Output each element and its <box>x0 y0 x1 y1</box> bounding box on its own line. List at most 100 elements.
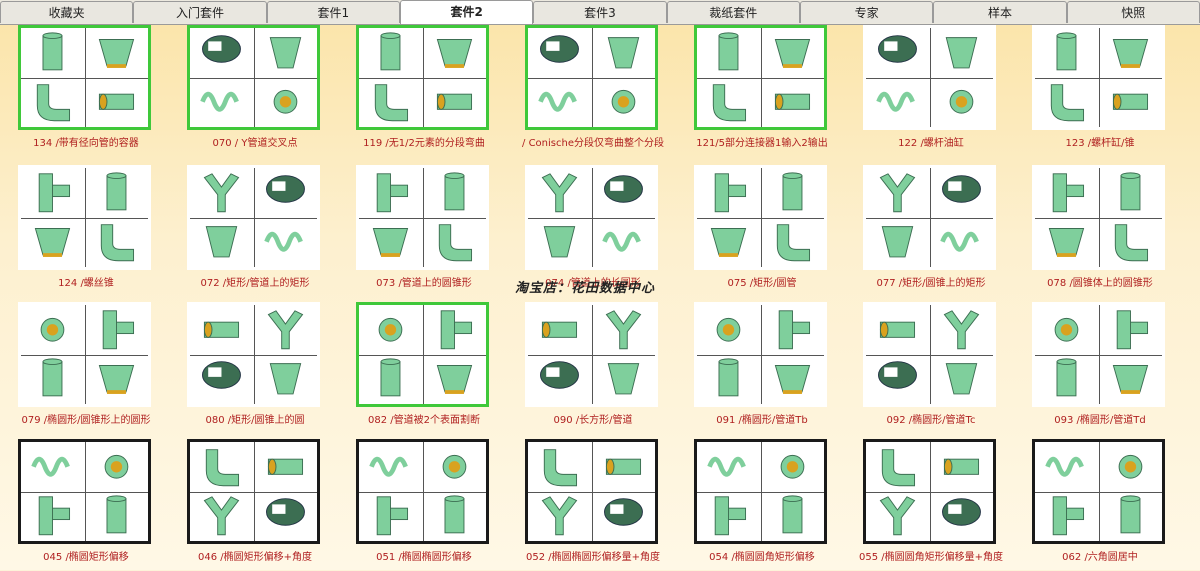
shape-preview-icon <box>369 456 409 477</box>
item-thumbnail[interactable] <box>694 302 827 407</box>
catalog-item[interactable]: 073 /管道上的圆锥形 <box>344 165 504 297</box>
catalog-item[interactable]: 093 /椭圆形/管道Td <box>1020 302 1180 434</box>
shape-preview-icon <box>375 84 409 122</box>
item-caption: 045 /椭圆矩形偏移 <box>43 552 129 563</box>
item-thumbnail[interactable] <box>694 25 827 130</box>
shape-preview-icon <box>1118 454 1143 479</box>
shape-preview-icon <box>40 317 65 342</box>
item-thumbnail[interactable] <box>525 302 658 407</box>
catalog-item[interactable]: 092 /椭圆形/管道Tc <box>851 302 1011 434</box>
item-thumbnail[interactable] <box>863 25 996 130</box>
shape-preview-icon <box>878 35 918 63</box>
item-thumbnail[interactable] <box>1032 165 1165 270</box>
tab-9[interactable]: 快照 <box>1066 1 1200 23</box>
shape-preview-icon <box>540 35 580 63</box>
shape-preview-icon <box>436 94 472 111</box>
catalog-item[interactable]: 075 /矩形/圆管 <box>682 165 842 297</box>
catalog-item[interactable]: 079 /椭圆形/圆锥形上的圆形 <box>6 302 166 434</box>
item-caption: 062 /六角圆居中 <box>1062 552 1138 563</box>
item-thumbnail[interactable] <box>863 165 996 270</box>
shape-preview-icon <box>714 496 747 536</box>
shape-preview-icon <box>37 84 71 122</box>
tab-5[interactable]: 套件3 <box>533 1 667 23</box>
shape-preview-icon <box>1051 84 1085 122</box>
item-thumbnail[interactable] <box>525 25 658 130</box>
catalog-item[interactable]: 091 /椭圆形/管道Tb <box>682 302 842 434</box>
shape-preview-icon <box>778 310 810 350</box>
catalog-item[interactable]: 122 /螺杆油缸 <box>851 25 1011 157</box>
item-thumbnail[interactable] <box>187 439 320 544</box>
item-caption: 092 /椭圆形/管道Tc <box>886 415 976 426</box>
item-thumbnail[interactable] <box>694 165 827 270</box>
item-thumbnail[interactable] <box>356 25 489 130</box>
item-caption: / Conische分段仅弯曲整个分段 <box>522 138 664 149</box>
tab-4[interactable]: 套件2 <box>399 0 534 24</box>
item-thumbnail[interactable] <box>863 302 996 407</box>
catalog-item[interactable]: 124 /螺丝锥 <box>6 165 166 297</box>
catalog-item[interactable]: 082 /管道被2个表面割断 <box>344 302 504 434</box>
shape-preview-icon <box>31 456 71 477</box>
item-thumbnail[interactable] <box>525 439 658 544</box>
shape-preview-icon <box>876 92 916 113</box>
tab-3[interactable]: 套件1 <box>266 1 400 23</box>
item-thumbnail[interactable] <box>863 439 996 544</box>
shape-preview-icon <box>106 495 127 534</box>
catalog-item[interactable]: 072 /矩形/管道上的矩形 <box>175 165 335 297</box>
shape-preview-icon <box>269 37 302 69</box>
shape-preview-icon <box>879 173 916 213</box>
tab-7[interactable]: 专家 <box>799 1 934 23</box>
catalog-item[interactable]: 121/5部分连接器1输入2输出 <box>682 25 842 157</box>
catalog-item[interactable]: 062 /六角圆居中 <box>1020 439 1180 571</box>
catalog-item[interactable]: 054 /椭圆圆角矩形偏移 <box>682 439 842 571</box>
item-thumbnail[interactable] <box>1032 439 1165 544</box>
item-caption: 075 /矩形/圆管 <box>727 278 797 289</box>
shape-preview-icon <box>941 175 981 203</box>
item-thumbnail[interactable] <box>356 439 489 544</box>
item-thumbnail[interactable] <box>525 165 658 270</box>
tab-1[interactable]: 收藏夹 <box>0 1 134 23</box>
catalog-item[interactable]: 051 /椭圆椭圆形偏移 <box>344 439 504 571</box>
item-thumbnail[interactable] <box>1032 302 1165 407</box>
item-thumbnail[interactable] <box>18 25 151 130</box>
item-thumbnail[interactable] <box>187 302 320 407</box>
catalog-item[interactable]: 080 /矩形/圆锥上的圆 <box>175 302 335 434</box>
catalog-item[interactable]: 077 /矩形/圆锥上的矩形 <box>851 165 1011 297</box>
item-thumbnail[interactable] <box>1032 25 1165 130</box>
shape-preview-icon <box>1049 228 1085 258</box>
tab-8[interactable]: 样本 <box>933 1 1067 23</box>
catalog-item[interactable]: 078 /圆锥体上的圆锥形 <box>1020 165 1180 297</box>
catalog-item[interactable]: 070 / Y管道交叉点 <box>175 25 335 157</box>
item-thumbnail[interactable] <box>18 165 151 270</box>
tab-2[interactable]: 入门套件 <box>133 1 267 23</box>
tab-6[interactable]: 裁纸套件 <box>666 1 800 23</box>
catalog-item[interactable]: / Conische分段仅弯曲整个分段 <box>513 25 673 157</box>
shape-preview-icon <box>106 172 127 211</box>
item-thumbnail[interactable] <box>187 25 320 130</box>
shape-preview-icon <box>714 173 747 213</box>
item-thumbnail[interactable] <box>356 302 489 407</box>
catalog-item[interactable]: 119 /无1/2元素的分段弯曲 <box>344 25 504 157</box>
catalog-item[interactable]: 052 /椭圆椭圆形偏移量+角度 <box>513 439 673 571</box>
shape-preview-icon <box>1112 38 1148 68</box>
item-thumbnail[interactable] <box>18 302 151 407</box>
shape-preview-icon <box>444 495 465 534</box>
shape-preview-icon <box>878 361 918 390</box>
shape-preview-icon <box>713 84 747 122</box>
shape-preview-icon <box>376 173 409 213</box>
item-caption: 122 /螺杆油缸 <box>898 138 964 149</box>
shape-preview-icon <box>440 310 472 350</box>
shape-preview-icon <box>200 92 240 113</box>
shape-preview-icon <box>881 226 914 258</box>
catalog-item[interactable]: 055 /椭圆圆角矩形偏移量+角度 <box>851 439 1011 571</box>
catalog-item[interactable]: 045 /椭圆矩形偏移 <box>6 439 166 571</box>
catalog-item[interactable]: 046 /椭圆矩形偏移+角度 <box>175 439 335 571</box>
catalog-item[interactable]: 123 /螺杆缸/锥 <box>1020 25 1180 157</box>
catalog-item[interactable]: 090 /长方形/管道 <box>513 302 673 434</box>
item-thumbnail[interactable] <box>694 439 827 544</box>
shape-preview-icon <box>104 454 129 479</box>
item-thumbnail[interactable] <box>18 439 151 544</box>
item-thumbnail[interactable] <box>356 165 489 270</box>
catalog-item[interactable]: 134 /带有径向管的容器 <box>6 25 166 157</box>
catalog-panel: 134 /带有径向管的容器 070 / Y管道交叉点 119 /无1/2元素的分段弯… <box>0 25 1200 570</box>
item-thumbnail[interactable] <box>187 165 320 270</box>
